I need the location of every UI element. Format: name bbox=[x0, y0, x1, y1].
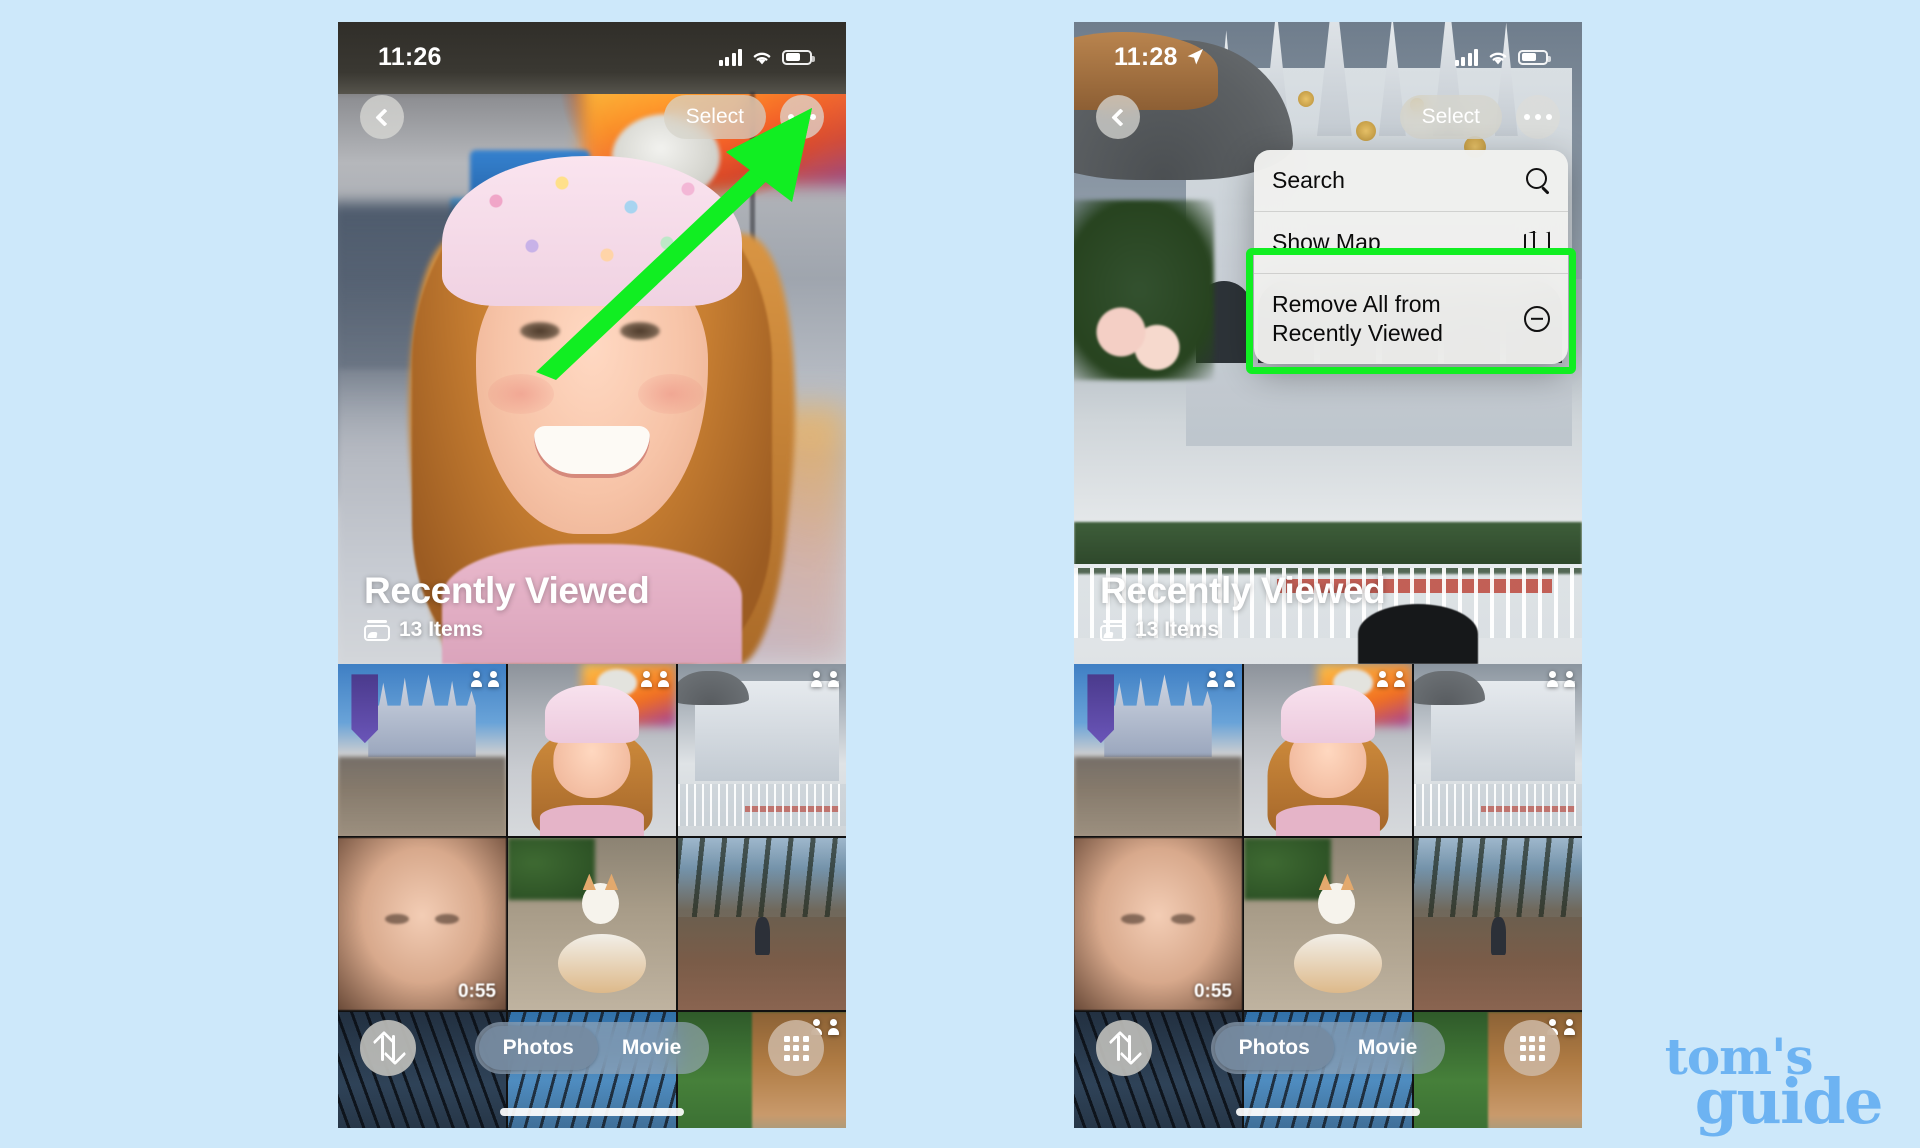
grid-icon bbox=[1519, 1035, 1545, 1061]
photo-thumbnail[interactable] bbox=[1244, 838, 1412, 1010]
eye-left bbox=[520, 322, 560, 340]
clock-label: 11:28 bbox=[1114, 42, 1178, 71]
media-type-segmented-control[interactable]: Photos Movie bbox=[1210, 1022, 1446, 1074]
sort-button[interactable] bbox=[1096, 1020, 1152, 1076]
status-bar-2: 11:28 bbox=[1074, 22, 1582, 78]
sort-arrows-icon bbox=[376, 1035, 400, 1061]
people-badge-icon bbox=[1377, 671, 1405, 687]
item-count-label: 13 Items bbox=[399, 618, 484, 641]
people-badge-icon bbox=[1547, 671, 1575, 687]
tab-movie[interactable]: Movie bbox=[1334, 1026, 1442, 1070]
page-title: Recently Viewed bbox=[364, 569, 650, 611]
hero-title-block: Recently Viewed 13 Items bbox=[364, 569, 650, 642]
screenshot-canvas: Recently Viewed 13 Items 11:26 Select 0:… bbox=[0, 0, 1920, 1148]
menu-item-search[interactable]: Search bbox=[1254, 150, 1568, 211]
grid-icon bbox=[783, 1035, 809, 1061]
eye-right bbox=[620, 322, 660, 340]
item-count-row: 13 Items bbox=[364, 618, 649, 642]
menu-item-label: Remove All from Recently Viewed bbox=[1272, 290, 1443, 346]
battery-icon bbox=[1518, 49, 1551, 65]
sort-arrows-icon bbox=[1112, 1035, 1136, 1061]
media-type-segmented-control[interactable]: Photos Movie bbox=[474, 1022, 710, 1074]
people-badge-icon bbox=[641, 671, 669, 687]
status-time-group: 11:26 bbox=[378, 43, 442, 72]
menu-item-remove-all[interactable]: Remove All from Recently Viewed bbox=[1254, 272, 1568, 364]
chevron-left-icon bbox=[375, 107, 394, 127]
status-icons bbox=[718, 48, 815, 66]
wifi-icon bbox=[753, 52, 771, 64]
video-thumbnail[interactable]: 0:55 bbox=[1074, 838, 1242, 1010]
people-badge-icon bbox=[811, 671, 839, 687]
status-time-group: 11:28 bbox=[1114, 43, 1204, 72]
cheek-right bbox=[638, 374, 704, 414]
nav-controls-2: Select bbox=[1074, 94, 1582, 140]
balloons bbox=[1094, 304, 1185, 374]
photo-thumbnail[interactable] bbox=[1414, 838, 1582, 1010]
photo-stack-icon bbox=[1100, 619, 1126, 641]
video-duration-label: 0:55 bbox=[457, 981, 496, 1002]
back-button[interactable] bbox=[1096, 95, 1140, 139]
phone-screenshot-2: Recently Viewed 13 Items 11:28 Select Se… bbox=[1074, 22, 1582, 1128]
photo-thumbnail[interactable] bbox=[1074, 664, 1242, 836]
status-bar-1: 11:26 bbox=[338, 22, 846, 78]
photo-stack-icon bbox=[364, 619, 390, 641]
sort-button[interactable] bbox=[360, 1020, 416, 1076]
ellipsis-icon bbox=[788, 114, 816, 120]
photo-thumbnail[interactable] bbox=[1244, 664, 1412, 836]
tab-movie[interactable]: Movie bbox=[598, 1026, 706, 1070]
more-options-button[interactable] bbox=[1516, 95, 1560, 139]
cheek-left bbox=[488, 374, 554, 414]
status-icons bbox=[1454, 48, 1551, 66]
watermark-line-2: guide bbox=[1694, 1065, 1884, 1139]
photo-thumbnail[interactable] bbox=[1414, 664, 1582, 836]
phone-screenshot-1: Recently Viewed 13 Items 11:26 Select 0:… bbox=[338, 22, 846, 1128]
cellular-signal-icon bbox=[718, 48, 742, 66]
people-badge-icon bbox=[471, 671, 499, 687]
toms-guide-watermark: tom's guide bbox=[1665, 1032, 1884, 1139]
photo-thumbnail[interactable] bbox=[508, 664, 676, 836]
clock-label: 11:26 bbox=[378, 42, 442, 71]
smile bbox=[534, 426, 650, 478]
page-title: Recently Viewed bbox=[1100, 569, 1386, 611]
battery-icon bbox=[782, 49, 815, 65]
video-thumbnail[interactable]: 0:55 bbox=[338, 838, 506, 1010]
people-badge-icon bbox=[1207, 671, 1235, 687]
map-icon bbox=[1524, 231, 1550, 254]
menu-item-label: Search bbox=[1272, 167, 1345, 193]
video-duration-label: 0:55 bbox=[1193, 981, 1232, 1002]
grid-view-button[interactable] bbox=[1504, 1020, 1560, 1076]
cellular-signal-icon bbox=[1454, 48, 1478, 66]
wifi-icon bbox=[1489, 52, 1507, 64]
bottom-controls-1: Photos Movie bbox=[338, 1020, 846, 1076]
tab-photos[interactable]: Photos bbox=[1214, 1026, 1334, 1070]
menu-item-label: Show Map bbox=[1272, 228, 1381, 255]
location-arrow-icon bbox=[1187, 49, 1203, 65]
search-icon bbox=[1526, 168, 1550, 192]
ellipsis-icon bbox=[1524, 114, 1552, 120]
more-options-button[interactable] bbox=[780, 95, 824, 139]
select-button[interactable]: Select bbox=[663, 95, 766, 139]
item-count-label: 13 Items bbox=[1135, 618, 1220, 641]
item-count-row: 13 Items bbox=[1100, 618, 1385, 642]
photo-thumbnail[interactable] bbox=[678, 838, 846, 1010]
nav-controls-1: Select bbox=[338, 94, 846, 140]
menu-item-show-map[interactable]: Show Map bbox=[1254, 210, 1568, 273]
bottom-controls-2: Photos Movie bbox=[1074, 1020, 1582, 1076]
minus-circle-icon bbox=[1524, 305, 1550, 332]
hero-title-block: Recently Viewed 13 Items bbox=[1100, 569, 1386, 642]
home-indicator bbox=[1236, 1108, 1420, 1116]
more-options-context-menu[interactable]: Search Show Map Remove All from Recently… bbox=[1246, 150, 1576, 374]
tab-photos[interactable]: Photos bbox=[478, 1026, 598, 1070]
photo-thumbnail[interactable] bbox=[678, 664, 846, 836]
grid-view-button[interactable] bbox=[768, 1020, 824, 1076]
back-button[interactable] bbox=[360, 95, 404, 139]
home-indicator bbox=[500, 1108, 684, 1116]
chevron-left-icon bbox=[1111, 107, 1130, 127]
photo-thumbnail[interactable] bbox=[508, 838, 676, 1010]
select-button[interactable]: Select bbox=[1399, 95, 1502, 139]
photo-thumbnail[interactable] bbox=[338, 664, 506, 836]
